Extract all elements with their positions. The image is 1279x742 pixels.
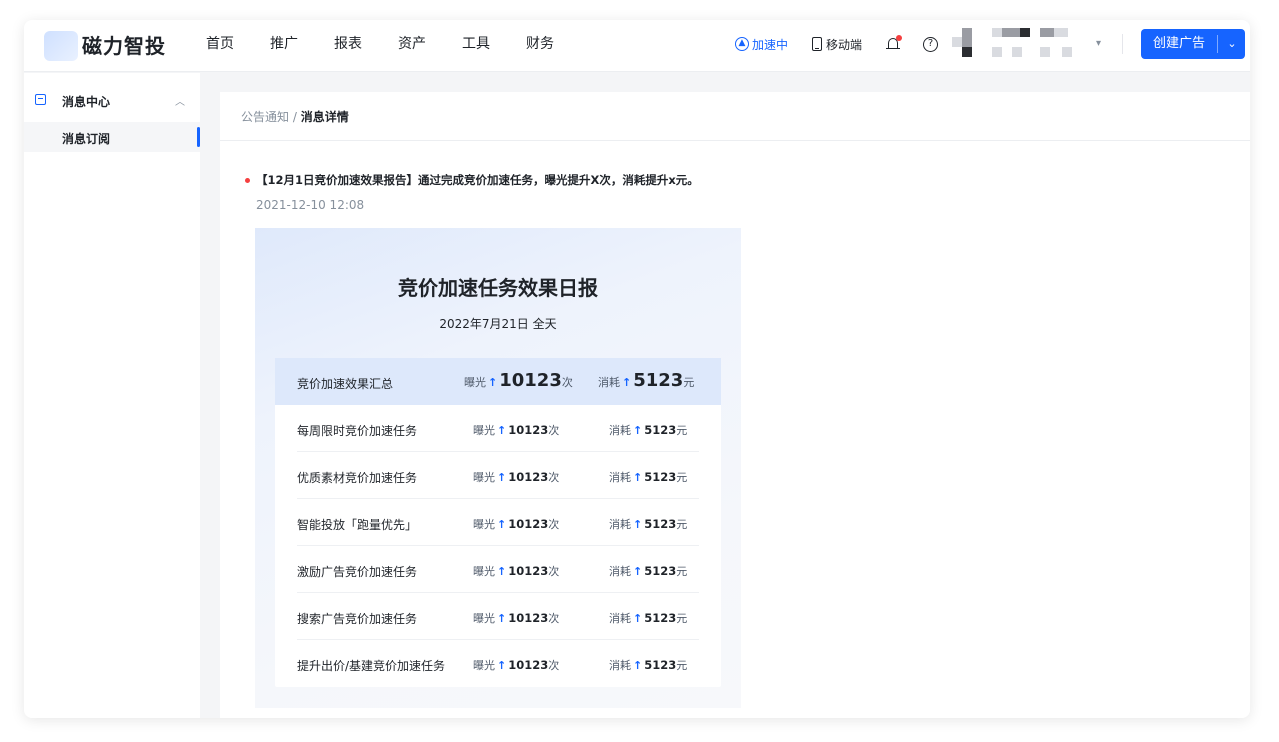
report-table: 竞价加速效果汇总 曝光 ↑ 10123次 消耗 ↑ 5123元 每周限时竞价加速任务曝光… — [275, 358, 721, 687]
unread-dot — [245, 178, 250, 183]
up-arrow-icon: ↑ — [497, 424, 507, 437]
nav-item-assets[interactable]: 资产 — [398, 20, 426, 72]
accelerate-icon: ▲ — [735, 37, 749, 51]
logo-text: 磁力智投 — [82, 34, 166, 58]
message-title: 【12月1日竞价加速效果报告】通过完成竞价加速任务，曝光提升X次，消耗提升x元。 — [256, 173, 699, 187]
report-title: 竞价加速任务效果日报 — [398, 276, 598, 300]
table-row: 每周限时竞价加速任务 曝光 ↑ 10123次 消耗 ↑ 5123元 — [275, 405, 721, 452]
chevron-up-icon: ︿ — [175, 97, 185, 108]
accelerate-label: 加速中 — [752, 37, 789, 52]
message-time: 2021-12-10 12:08 — [256, 198, 365, 212]
breadcrumb: 公告通知 / 消息详情 — [241, 108, 349, 125]
exposure-cell: 曝光 ↑ 10123次 — [464, 370, 573, 391]
table-row: 优质素材竞价加速任务 曝光 ↑ 10123次 消耗 ↑ 5123元 — [275, 452, 721, 499]
top-bar: 磁力智投 首页 推广 报表 资产 工具 财务 ▲ 加速中 移动端 ? ▾ 创建广… — [24, 20, 1250, 72]
main-content: 公告通知 / 消息详情 【12月1日竞价加速效果报告】通过完成竞价加速任务，曝光… — [220, 92, 1250, 718]
mobile-icon — [812, 37, 822, 51]
sidebar-group-label: 消息中心 — [62, 95, 111, 109]
exposure-cell: 曝光 ↑ 10123次 — [473, 564, 560, 578]
cost-cell: 消耗 ↑ 5123元 — [609, 423, 688, 437]
cost-cell: 消耗 ↑ 5123元 — [609, 564, 688, 578]
create-ad-label: 创建广告 — [1153, 36, 1206, 51]
table-row: 智能投放「跑量优先」 曝光 ↑ 10123次 消耗 ↑ 5123元 — [275, 499, 721, 546]
exposure-cell: 曝光 ↑ 10123次 — [473, 423, 560, 437]
up-arrow-icon: ↑ — [497, 565, 507, 578]
account-avatar-pixelated[interactable] — [952, 26, 1082, 62]
up-arrow-icon: ↑ — [633, 659, 643, 672]
up-arrow-icon: ↑ — [497, 518, 507, 531]
row-name: 搜索广告竞价加速任务 — [297, 612, 418, 626]
active-indicator — [197, 127, 200, 147]
row-name: 每周限时竞价加速任务 — [297, 424, 418, 438]
breadcrumb-current: 消息详情 — [300, 110, 349, 124]
cost-cell: 消耗 ↑ 5123元 — [609, 611, 688, 625]
summary-row: 竞价加速效果汇总 曝光 ↑ 10123次 消耗 ↑ 5123元 — [275, 358, 721, 405]
main-nav: 首页 推广 报表 资产 工具 财务 — [206, 20, 590, 72]
up-arrow-icon: ↑ — [633, 565, 643, 578]
message-center-icon — [35, 94, 46, 105]
nav-item-promotion[interactable]: 推广 — [270, 20, 298, 72]
row-name: 提升出价/基建竞价加速任务 — [297, 659, 446, 673]
logo-icon — [44, 31, 78, 61]
sidebar: 消息中心 ︿ 消息订阅 — [24, 73, 200, 718]
table-row: 提升出价/基建竞价加速任务 曝光 ↑ 10123次 消耗 ↑ 5123元 — [275, 640, 721, 687]
exposure-cell: 曝光 ↑ 10123次 — [473, 611, 560, 625]
up-arrow-icon: ↑ — [497, 612, 507, 625]
row-name: 竞价加速效果汇总 — [297, 377, 394, 391]
nav-item-finance[interactable]: 财务 — [526, 20, 554, 72]
chevron-down-icon[interactable]: ⌄ — [1223, 29, 1241, 59]
app-window: 磁力智投 首页 推广 报表 资产 工具 财务 ▲ 加速中 移动端 ? ▾ 创建广… — [24, 20, 1250, 718]
exposure-cell: 曝光 ↑ 10123次 — [473, 658, 560, 672]
bell-icon[interactable] — [886, 35, 902, 52]
cost-cell: 消耗 ↑ 5123元 — [609, 470, 688, 484]
row-name: 激励广告竞价加速任务 — [297, 565, 418, 579]
cost-cell: 消耗 ↑ 5123元 — [598, 370, 695, 391]
content-divider — [220, 140, 1250, 141]
mobile-label: 移动端 — [826, 37, 863, 52]
table-row: 搜索广告竞价加速任务 曝光 ↑ 10123次 消耗 ↑ 5123元 — [275, 593, 721, 640]
report-date: 2022年7月21日 全天 — [439, 317, 557, 331]
sidebar-item-subscription[interactable]: 消息订阅 — [24, 122, 200, 152]
account-dropdown-icon[interactable]: ▾ — [1096, 38, 1101, 49]
up-arrow-icon: ↑ — [622, 376, 632, 389]
up-arrow-icon: ↑ — [633, 424, 643, 437]
create-ad-button[interactable]: 创建广告 ⌄ — [1141, 29, 1245, 59]
exposure-cell: 曝光 ↑ 10123次 — [473, 517, 560, 531]
notification-dot — [896, 35, 902, 41]
breadcrumb-parent[interactable]: 公告通知 — [241, 110, 289, 124]
up-arrow-icon: ↑ — [497, 471, 507, 484]
table-row: 激励广告竞价加速任务 曝光 ↑ 10123次 消耗 ↑ 5123元 — [275, 546, 721, 593]
sidebar-item-label: 消息订阅 — [62, 132, 111, 146]
nav-item-reports[interactable]: 报表 — [334, 20, 362, 72]
header-divider — [1122, 34, 1123, 54]
row-name: 优质素材竞价加速任务 — [297, 471, 418, 485]
up-arrow-icon: ↑ — [497, 659, 507, 672]
help-icon[interactable]: ? — [923, 37, 938, 52]
report-card: 竞价加速任务效果日报 2022年7月21日 全天 竞价加速效果汇总 曝光 ↑ 101… — [255, 228, 741, 708]
up-arrow-icon: ↑ — [633, 471, 643, 484]
up-arrow-icon: ↑ — [633, 518, 643, 531]
nav-item-home[interactable]: 首页 — [206, 20, 234, 72]
up-arrow-icon: ↑ — [633, 612, 643, 625]
accelerate-link[interactable]: ▲ 加速中 — [735, 20, 788, 68]
sidebar-group-message-center[interactable]: 消息中心 ︿ — [24, 87, 200, 115]
breadcrumb-separator: / — [292, 110, 297, 124]
mobile-link[interactable]: 移动端 — [812, 20, 862, 68]
row-name: 智能投放「跑量优先」 — [297, 518, 418, 532]
nav-item-tools[interactable]: 工具 — [462, 20, 490, 72]
up-arrow-icon: ↑ — [488, 376, 498, 389]
cost-cell: 消耗 ↑ 5123元 — [609, 517, 688, 531]
exposure-cell: 曝光 ↑ 10123次 — [473, 470, 560, 484]
cost-cell: 消耗 ↑ 5123元 — [609, 658, 688, 672]
